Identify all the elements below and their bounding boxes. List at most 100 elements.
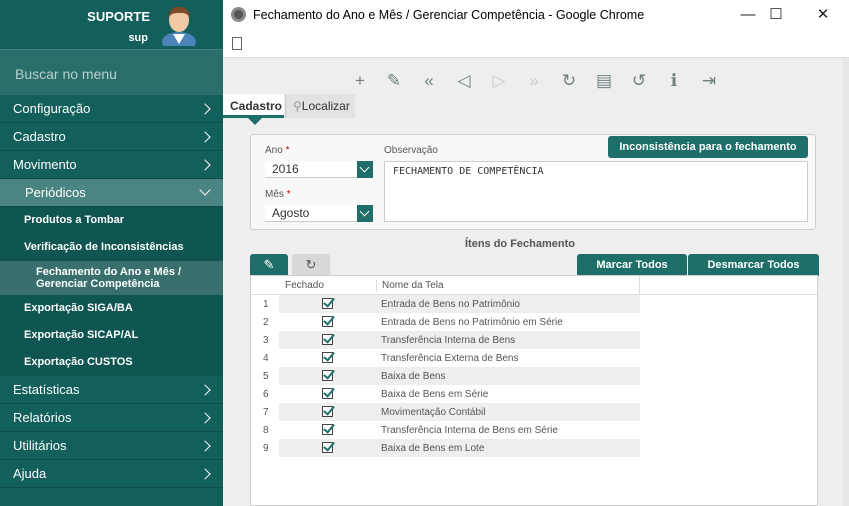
chevron-right-icon: [199, 440, 211, 452]
chevron-down-icon: [199, 184, 211, 196]
row-number: 2: [263, 317, 269, 328]
chevron-down-icon[interactable]: [357, 205, 373, 222]
row-number: 1: [263, 299, 269, 310]
sidebar-item-estatisticas[interactable]: Estatísticas: [0, 376, 223, 404]
sidebar-item-utilitarios[interactable]: Utilitários: [0, 432, 223, 460]
edit-icon[interactable]: ✎: [383, 70, 405, 92]
chrome-window: Fechamento do Ano e Mês / Gerenciar Comp…: [223, 0, 849, 506]
table-row[interactable]: 4 Transferência Externa de Bens: [251, 349, 817, 367]
user-name: SUPORTE: [87, 9, 150, 24]
address-bar[interactable]: [223, 30, 849, 58]
inconsistencia-button[interactable]: Inconsistência para o fechamento: [608, 136, 808, 158]
exit-icon[interactable]: ⇥: [698, 70, 720, 92]
chevron-right-icon: [199, 131, 211, 143]
undo-icon[interactable]: ↺: [628, 70, 650, 92]
mes-select[interactable]: Agosto: [265, 205, 373, 222]
sidebar-item-periodicos[interactable]: Periódicos: [0, 179, 223, 207]
previous-record-icon[interactable]: ◁: [453, 70, 475, 92]
ano-select[interactable]: 2016: [265, 161, 373, 178]
sidebar-item-label: Ajuda: [13, 466, 47, 481]
avatar-icon[interactable]: [160, 4, 198, 46]
column-divider: [639, 276, 640, 295]
submenu-exportacao-sicap-al[interactable]: Exportação SICAP/AL: [0, 322, 223, 349]
submenu-produtos-a-tombar[interactable]: Produtos a Tombar: [0, 207, 223, 234]
chevron-right-icon: [199, 412, 211, 424]
report-icon[interactable]: ▤: [593, 70, 615, 92]
table-row[interactable]: 8 Transferência Interna de Bens em Série: [251, 421, 817, 439]
fechado-checkbox[interactable]: [322, 442, 333, 453]
observacao-textarea[interactable]: FECHAMENTO DE COMPETÊNCIA: [384, 161, 808, 222]
fechado-checkbox[interactable]: [322, 424, 333, 435]
sidebar-item-relatorios[interactable]: Relatórios: [0, 404, 223, 432]
fechado-checkbox[interactable]: [322, 316, 333, 327]
user-login: sup: [128, 32, 148, 44]
fechado-cell: [279, 439, 376, 457]
sidebar-item-cadastro[interactable]: Cadastro: [0, 123, 223, 151]
refresh-icon[interactable]: ↻: [558, 70, 580, 92]
chevron-down-icon[interactable]: [357, 161, 373, 178]
fechado-checkbox[interactable]: [322, 334, 333, 345]
table-row[interactable]: 7 Movimentação Contábil: [251, 403, 817, 421]
nome-tela-cell: Transferência Interna de Bens: [376, 331, 640, 349]
table-row[interactable]: 1 Entrada de Bens no Patrimônio: [251, 295, 817, 313]
fechado-checkbox[interactable]: [322, 298, 333, 309]
first-record-icon[interactable]: «: [418, 70, 440, 92]
fechado-cell: [279, 313, 376, 331]
user-box: SUPORTE sup: [0, 0, 223, 49]
fechado-cell: [279, 331, 376, 349]
sidebar-item-configuracao[interactable]: Configuração: [0, 95, 223, 123]
table-row[interactable]: 3 Transferência Interna de Bens: [251, 331, 817, 349]
fechado-checkbox[interactable]: [322, 370, 333, 381]
sidebar-item-label: Utilitários: [13, 438, 67, 453]
fechado-checkbox[interactable]: [322, 352, 333, 363]
submenu-verificacao-inconsistencias[interactable]: Verificação de Inconsistências: [0, 234, 223, 261]
col-nome-tela: Nome da Tela: [376, 280, 444, 292]
table-row[interactable]: 9 Baixa de Bens em Lote: [251, 439, 817, 457]
row-number: 3: [263, 335, 269, 346]
tab-localizar[interactable]: ⚲Localizar: [285, 94, 355, 118]
table-row[interactable]: 2 Entrada de Bens no Patrimônio em Série: [251, 313, 817, 331]
desmarcar-todos-button[interactable]: Desmarcar Todos (Ctrl+8): [688, 254, 819, 293]
form-panel: Ano * 2016 Mês * Agosto Observação FECHA…: [250, 134, 816, 230]
itens-title: Ítens do Fechamento: [464, 238, 576, 250]
sidebar-item-label: Movimento: [13, 157, 77, 172]
window-titlebar[interactable]: Fechamento do Ano e Mês / Gerenciar Comp…: [223, 0, 849, 30]
mes-value: Agosto: [272, 206, 310, 220]
last-record-icon[interactable]: »: [523, 70, 545, 92]
page-content: + ✎ « ◁ ▷ » ↻ ▤ ↺ ℹ ⇥ Cadastro ⚲Localiza…: [223, 58, 849, 506]
sidebar-item-ajuda[interactable]: Ajuda: [0, 460, 223, 488]
fechado-cell: [279, 385, 376, 403]
sidebar-item-label: Estatísticas: [13, 382, 80, 397]
nome-tela-cell: Baixa de Bens em Série: [381, 389, 489, 400]
nome-tela-cell: Transferência Interna de Bens em Série: [381, 425, 558, 436]
grid-refresh-icon[interactable]: ↻: [292, 254, 330, 276]
scrollbar[interactable]: [843, 58, 849, 506]
menu-search-input[interactable]: Buscar no menu: [0, 49, 223, 95]
chevron-right-icon: [199, 468, 211, 480]
pencil-icon[interactable]: ✎: [250, 254, 288, 276]
add-icon[interactable]: +: [349, 70, 371, 92]
info-icon[interactable]: ℹ: [663, 70, 685, 92]
maximize-button[interactable]: ☐: [756, 0, 796, 30]
sidebar-item-movimento[interactable]: Movimento: [0, 151, 223, 179]
table-row[interactable]: 6 Baixa de Bens em Série: [251, 385, 817, 403]
tab-cadastro[interactable]: Cadastro: [223, 94, 284, 118]
fechado-checkbox[interactable]: [322, 388, 333, 399]
submenu-exportacao-siga-ba[interactable]: Exportação SIGA/BA: [0, 295, 223, 322]
col-fechado: Fechado: [285, 280, 324, 291]
close-button[interactable]: ✕: [803, 0, 843, 30]
next-record-icon[interactable]: ▷: [488, 70, 510, 92]
row-number: 6: [263, 389, 269, 400]
submenu-fechamento-ano-mes[interactable]: Fechamento do Ano e Mês / Gerenciar Comp…: [0, 261, 223, 295]
fechado-checkbox[interactable]: [322, 406, 333, 417]
row-number: 8: [263, 425, 269, 436]
tab-bar: Cadastro ⚲Localizar: [223, 94, 849, 125]
marcar-todos-button[interactable]: Marcar Todos (Ctrl+7): [577, 254, 687, 293]
page-icon: [232, 37, 242, 50]
submenu-exportacao-custos[interactable]: Exportação CUSTOS: [0, 349, 223, 376]
row-number: 5: [263, 371, 269, 382]
ano-label: Ano *: [265, 145, 290, 156]
fechado-cell: [279, 295, 376, 313]
tab-localizar-label: Localizar: [301, 99, 350, 113]
table-row[interactable]: 5 Baixa de Bens: [251, 367, 817, 385]
